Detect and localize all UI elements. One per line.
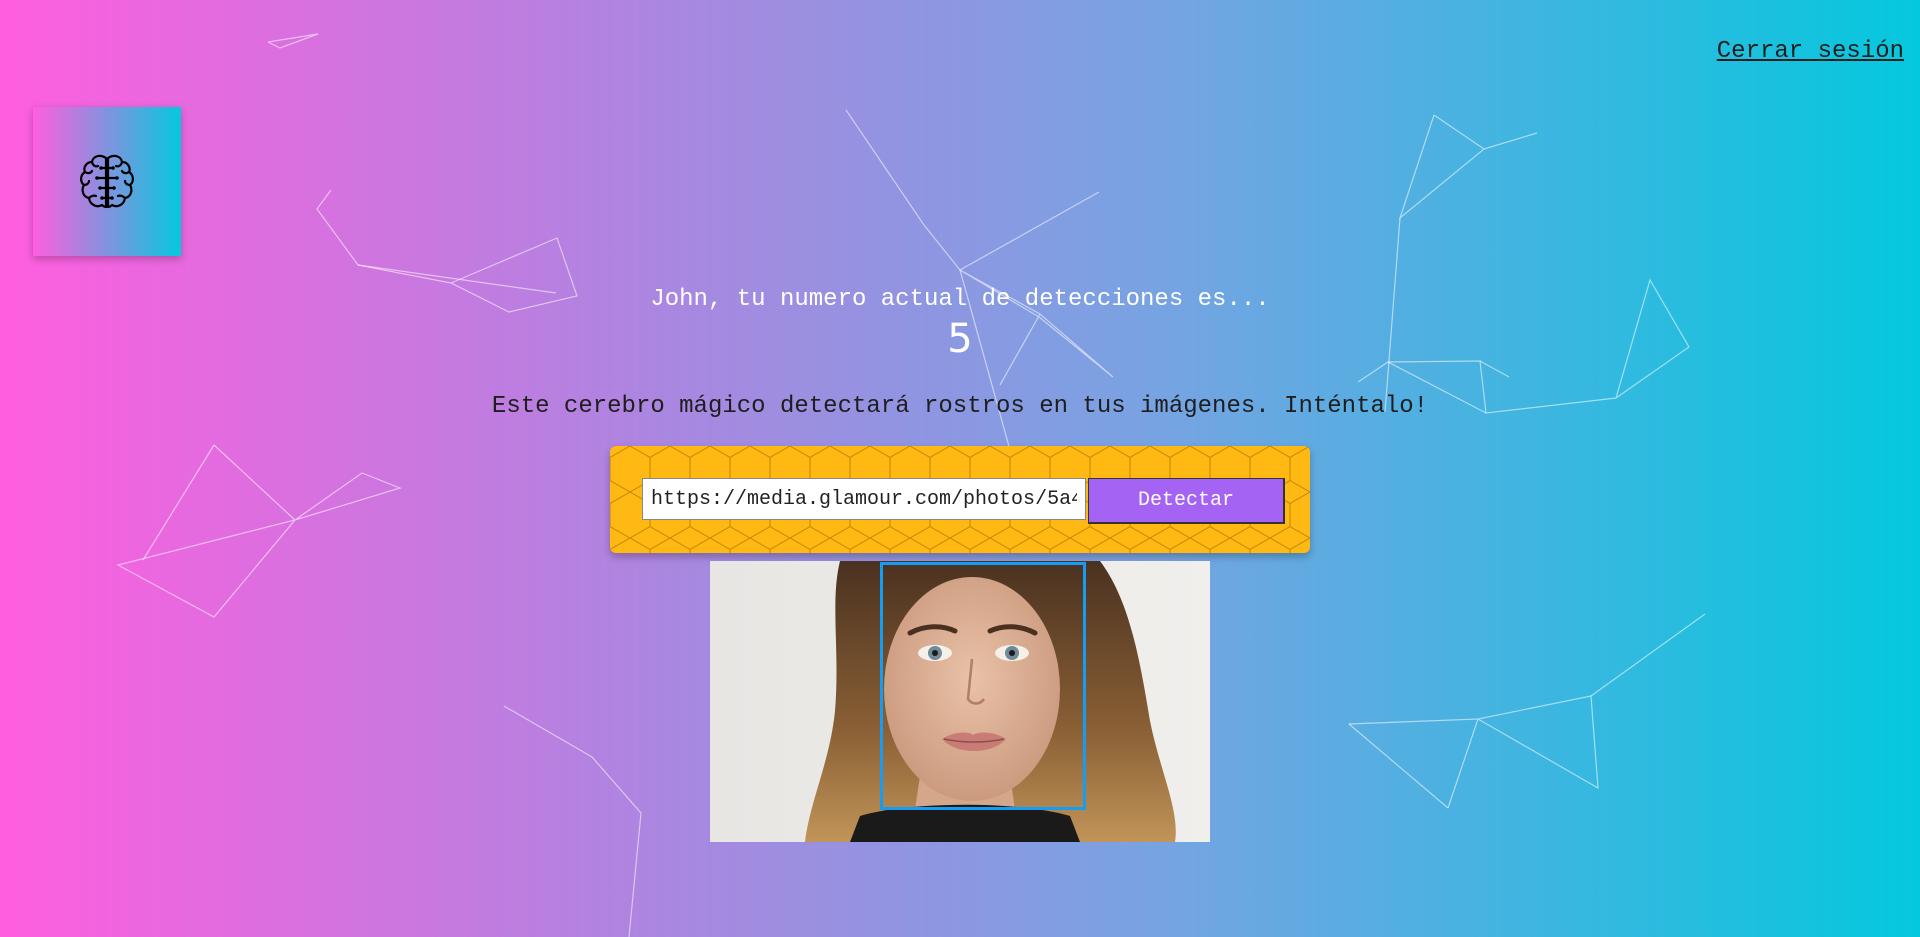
rank-message: John, tu numero actual de detecciones es… [650, 286, 1270, 313]
face-image-container [710, 561, 1210, 842]
image-link-form: Detectar [610, 446, 1310, 553]
sign-out-link[interactable]: Cerrar sesión [1717, 38, 1904, 65]
detect-button[interactable]: Detectar [1088, 478, 1285, 524]
detection-count: 5 [947, 316, 973, 362]
tagline-text: Este cerebro mágico detectará rostros en… [491, 393, 1429, 420]
brain-icon [80, 154, 134, 208]
image-url-input[interactable] [642, 478, 1086, 520]
logo-tilt-card [33, 107, 181, 256]
face-bounding-box [880, 562, 1086, 810]
